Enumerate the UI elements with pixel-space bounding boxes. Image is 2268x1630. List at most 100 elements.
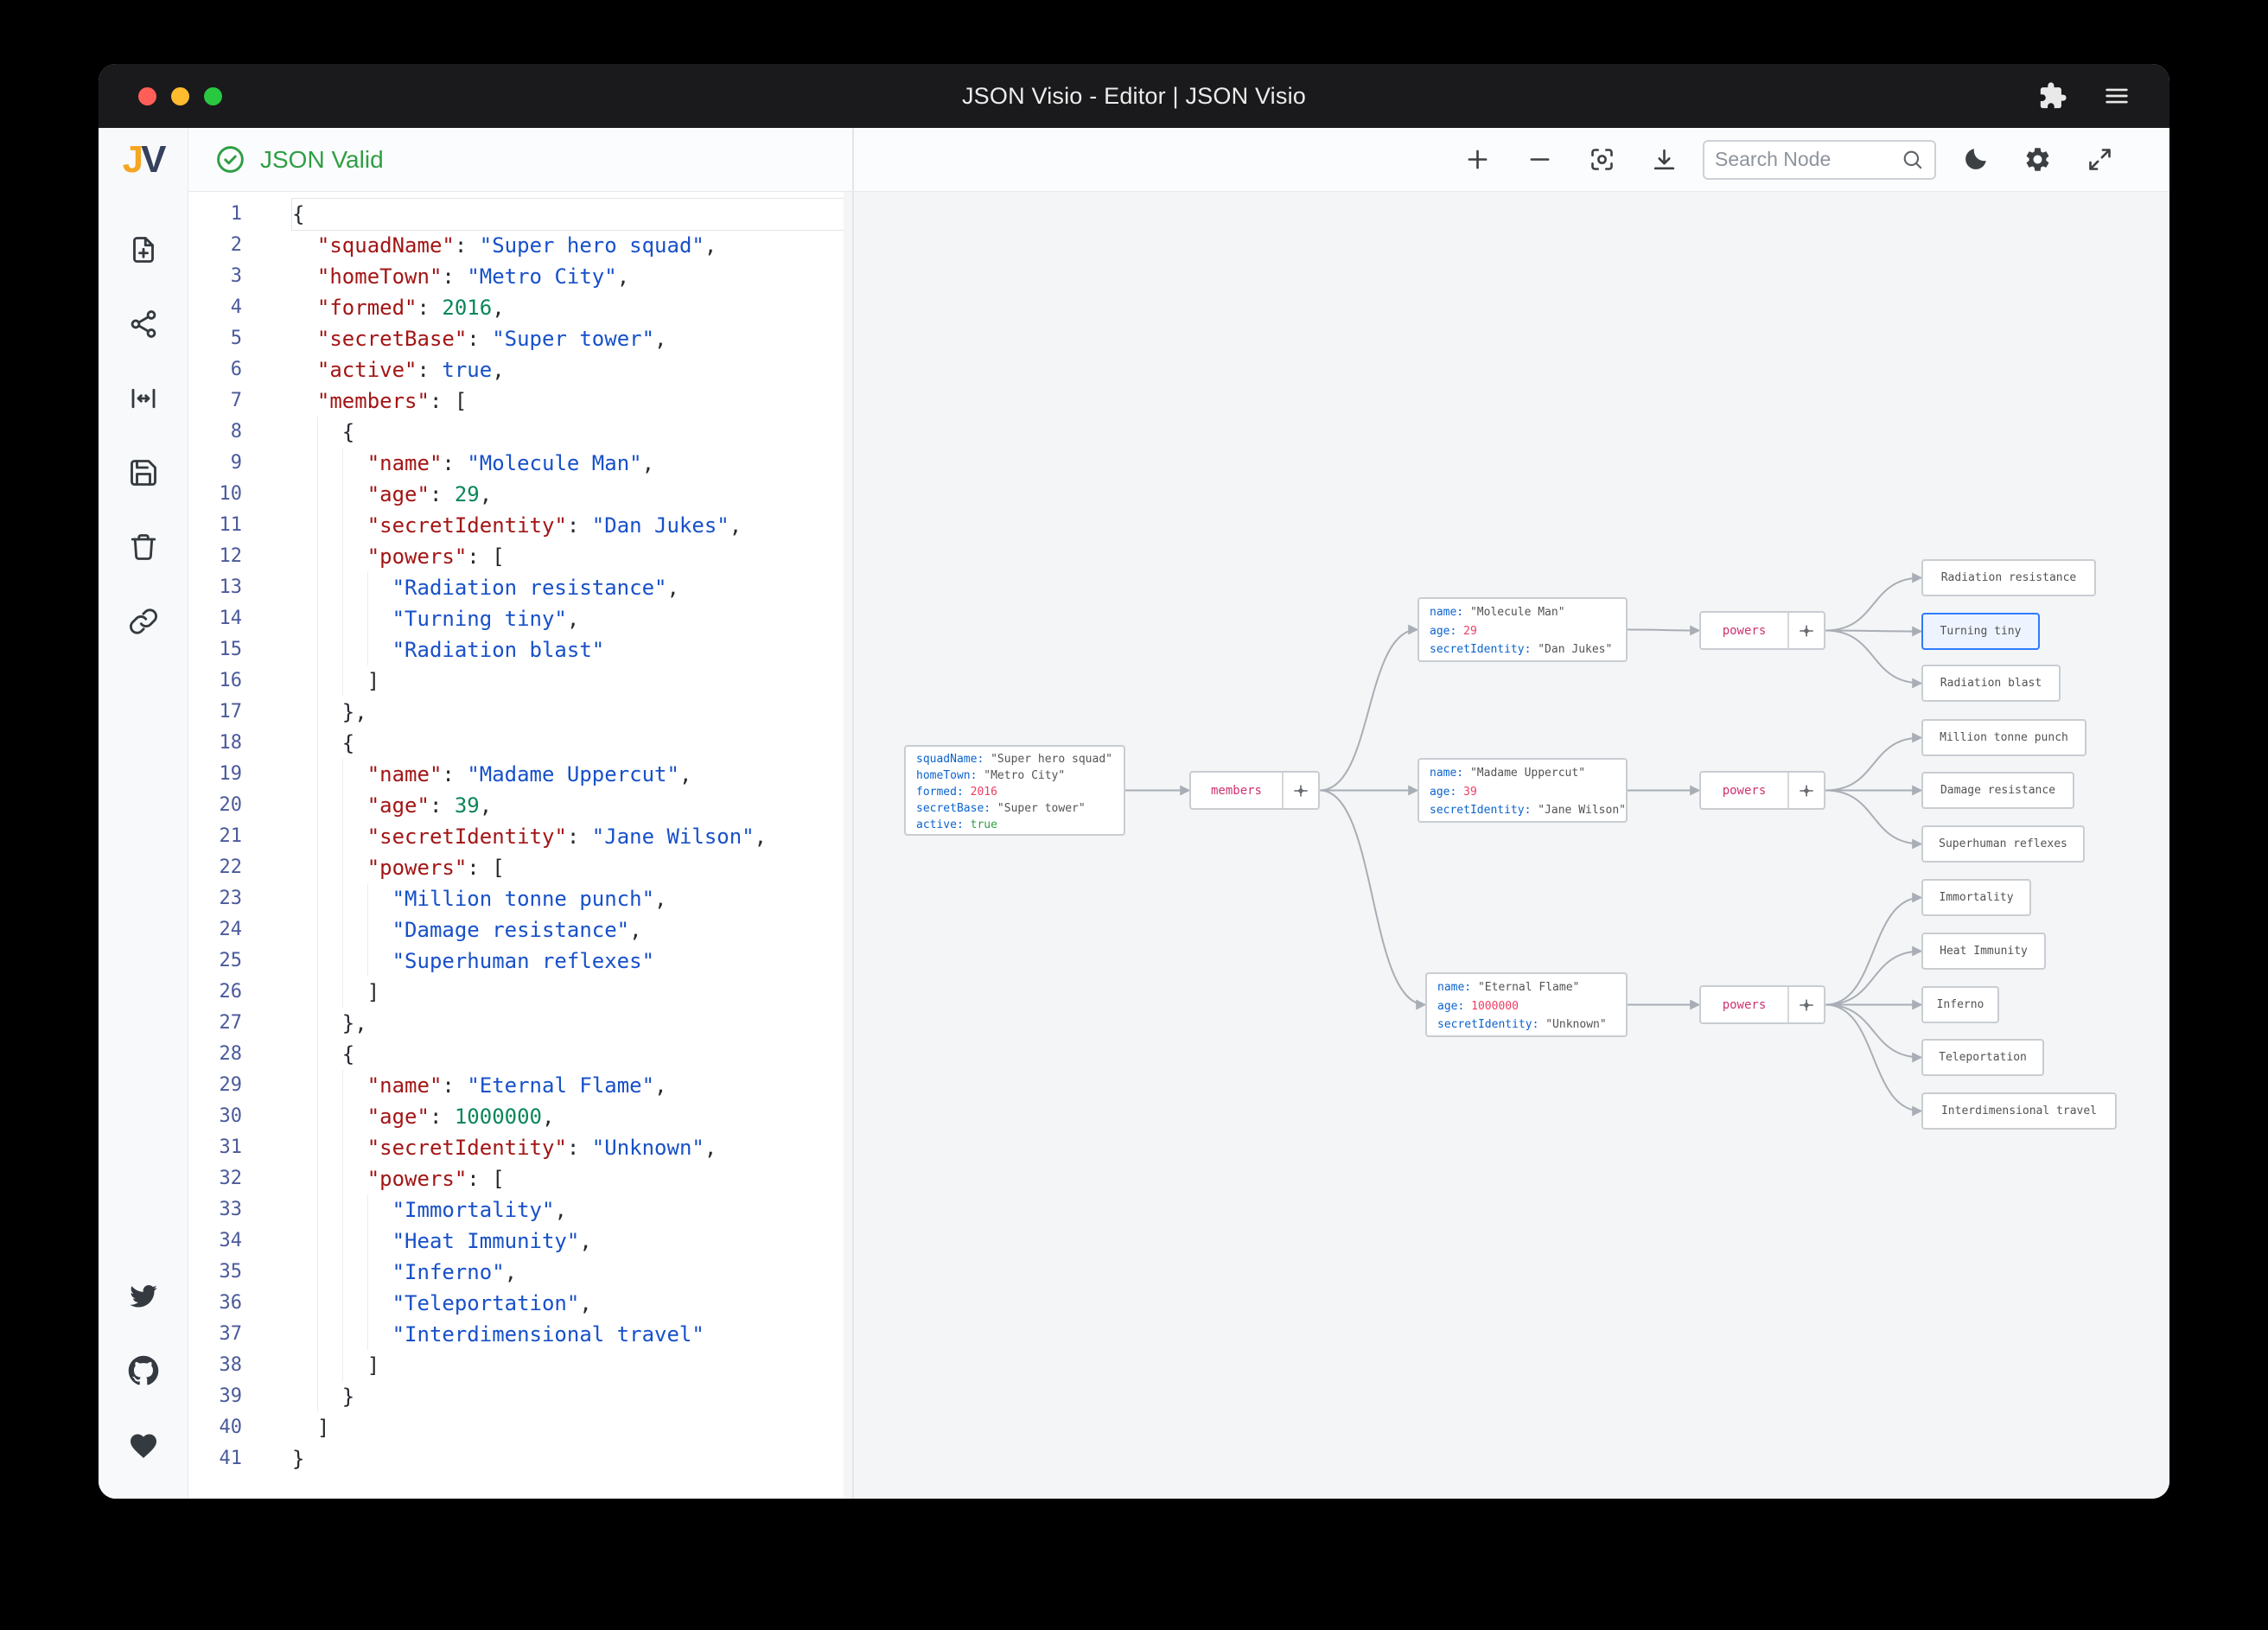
expand-node-icon[interactable] [1282, 773, 1318, 808]
expand-node-icon[interactable] [1787, 613, 1824, 648]
code-line-4[interactable]: "formed": 2016, [292, 292, 852, 323]
graph-node-l3a[interactable]: Immortality [1921, 879, 2031, 916]
code-line-28[interactable]: { [292, 1039, 852, 1070]
code-line-7[interactable]: "members": [ [292, 385, 852, 417]
code-line-16[interactable]: ] [292, 665, 852, 697]
graph-node-l3e[interactable]: Interdimensional travel [1921, 1092, 2117, 1130]
app-logo[interactable]: JV [123, 128, 167, 192]
focus-icon[interactable] [1585, 143, 1618, 176]
fold-width-icon [128, 383, 159, 414]
sidebar-link-heart-icon[interactable] [99, 1408, 188, 1483]
node-row-name: name: "Madame Uppercut" [1430, 767, 1586, 780]
expand-node-icon[interactable] [1787, 987, 1824, 1022]
graph-node-l3d[interactable]: Teleportation [1921, 1039, 2044, 1076]
editor-panel: JSON Valid 1 2 3 4 5 6 7 8 9 10 11 12 13 14 15 16 17 18 19… [188, 128, 854, 1499]
graph-node-l3c[interactable]: Inferno [1921, 986, 1999, 1023]
code-line-5[interactable]: "secretBase": "Super tower", [292, 323, 852, 354]
code-line-30[interactable]: "age": 1000000, [292, 1101, 852, 1132]
code-line-37[interactable]: "Interdimensional travel" [292, 1319, 852, 1350]
code-line-25[interactable]: "Superhuman reflexes" [292, 946, 852, 977]
graph-node-l2b[interactable]: Damage resistance [1921, 772, 2074, 809]
minimize-button[interactable] [171, 86, 189, 105]
code-line-35[interactable]: "Inferno", [292, 1257, 852, 1288]
code-line-38[interactable]: ] [292, 1350, 852, 1381]
sidebar: JV [99, 128, 188, 1499]
code-line-22[interactable]: "powers": [ [292, 852, 852, 883]
graph-node-m1[interactable]: name: "Molecule Man" age: 29 secretIdentit… [1418, 597, 1628, 662]
code-line-10[interactable]: "age": 29, [292, 479, 852, 510]
code-line-32[interactable]: "powers": [ [292, 1163, 852, 1194]
code-line-29[interactable]: "name": "Eternal Flame", [292, 1070, 852, 1101]
code-line-20[interactable]: "age": 39, [292, 790, 852, 821]
code-line-19[interactable]: "name": "Madame Uppercut", [292, 759, 852, 790]
code-line-15[interactable]: "Radiation blast" [292, 634, 852, 665]
graph-node-l2a[interactable]: Million tonne punch [1921, 719, 2086, 756]
zoom-out-icon[interactable] [1523, 143, 1556, 176]
graph-node-l1c[interactable]: Radiation blast [1921, 665, 2061, 702]
code-line-3[interactable]: "homeTown": "Metro City", [292, 261, 852, 292]
graph-node-l1b[interactable]: Turning tiny [1921, 613, 2040, 650]
download-icon[interactable] [1647, 143, 1680, 176]
code-line-26[interactable]: ] [292, 977, 852, 1008]
code-line-23[interactable]: "Million tonne punch", [292, 883, 852, 914]
sidebar-tool-save-icon[interactable] [99, 436, 188, 510]
code-line-2[interactable]: "squadName": "Super hero squad", [292, 230, 852, 261]
graph-node-l1a[interactable]: Radiation resistance [1921, 559, 2096, 596]
code-line-21[interactable]: "secretIdentity": "Jane Wilson", [292, 821, 852, 852]
code-line-8[interactable]: { [292, 417, 852, 448]
graph-node-m3[interactable]: name: "Eternal Flame" age: 1000000 secretI… [1425, 972, 1628, 1037]
code-line-14[interactable]: "Turning tiny", [292, 603, 852, 634]
graph-node-members[interactable]: members [1189, 771, 1320, 810]
fullscreen-icon[interactable] [2083, 143, 2116, 176]
line-number: 17 [219, 701, 243, 723]
code-line-36[interactable]: "Teleportation", [292, 1288, 852, 1319]
code-area[interactable]: { "squadName": "Super hero squad", "home… [254, 199, 852, 1499]
code-line-33[interactable]: "Immortality", [292, 1194, 852, 1226]
expand-node-icon[interactable] [1787, 773, 1824, 808]
graph-node-p3[interactable]: powers [1699, 985, 1825, 1024]
close-button[interactable] [138, 86, 156, 105]
line-number: 21 [219, 825, 243, 847]
sidebar-tool-file-plus-icon[interactable] [99, 213, 188, 287]
code-line-40[interactable]: ] [292, 1412, 852, 1443]
graph-node-l3b[interactable]: Heat Immunity [1921, 933, 2046, 970]
code-line-39[interactable]: } [292, 1381, 852, 1412]
leaf-text: Turning tiny [1940, 625, 2022, 638]
sidebar-tool-share-graph-icon[interactable] [99, 287, 188, 361]
code-line-27[interactable]: }, [292, 1008, 852, 1039]
sidebar-link-twitter-icon[interactable] [99, 1258, 188, 1333]
sidebar-tool-trash-icon[interactable] [99, 510, 188, 584]
graph-node-p2[interactable]: powers [1699, 771, 1825, 810]
graph-node-m2[interactable]: name: "Madame Uppercut" age: 39 secretIden… [1418, 758, 1628, 823]
code-line-12[interactable]: "powers": [ [292, 541, 852, 572]
code-line-24[interactable]: "Damage resistance", [292, 914, 852, 946]
sidebar-tool-link-icon[interactable] [99, 584, 188, 659]
code-line-31[interactable]: "secretIdentity": "Unknown", [292, 1132, 852, 1163]
code-line-11[interactable]: "secretIdentity": "Dan Jukes", [292, 510, 852, 541]
code-line-13[interactable]: "Radiation resistance", [292, 572, 852, 603]
graph-node-p1[interactable]: powers [1699, 611, 1825, 650]
code-line-1[interactable]: { [292, 199, 852, 230]
code-line-6[interactable]: "active": true, [292, 354, 852, 385]
line-number: 29 [219, 1074, 243, 1096]
line-number: 4 [230, 296, 242, 318]
code-line-9[interactable]: "name": "Molecule Man", [292, 448, 852, 479]
zoom-in-icon[interactable] [1461, 143, 1494, 176]
code-line-17[interactable]: }, [292, 697, 852, 728]
graph-node-l2c[interactable]: Superhuman reflexes [1921, 825, 2085, 863]
menu-icon[interactable] [2102, 81, 2131, 111]
search-node-box[interactable] [1703, 139, 1936, 180]
moon-icon[interactable] [1959, 143, 1991, 176]
extension-icon[interactable] [2038, 81, 2067, 111]
sidebar-tool-fold-width-icon[interactable] [99, 361, 188, 436]
graph-node-root[interactable]: squadName: "Super hero squad" homeTown: "… [904, 745, 1125, 836]
zoom-button[interactable] [204, 86, 222, 105]
code-line-18[interactable]: { [292, 728, 852, 759]
sidebar-link-github-icon[interactable] [99, 1333, 188, 1408]
search-input[interactable] [1715, 148, 1901, 171]
code-editor[interactable]: 1 2 3 4 5 6 7 8 9 10 11 12 13 14 15 16 17 18 19 20 21 22 23 24 2… [188, 192, 852, 1499]
gear-icon[interactable] [2021, 143, 2054, 176]
code-line-34[interactable]: "Heat Immunity", [292, 1226, 852, 1257]
line-number: 11 [219, 514, 243, 536]
code-line-41[interactable]: } [292, 1443, 852, 1474]
